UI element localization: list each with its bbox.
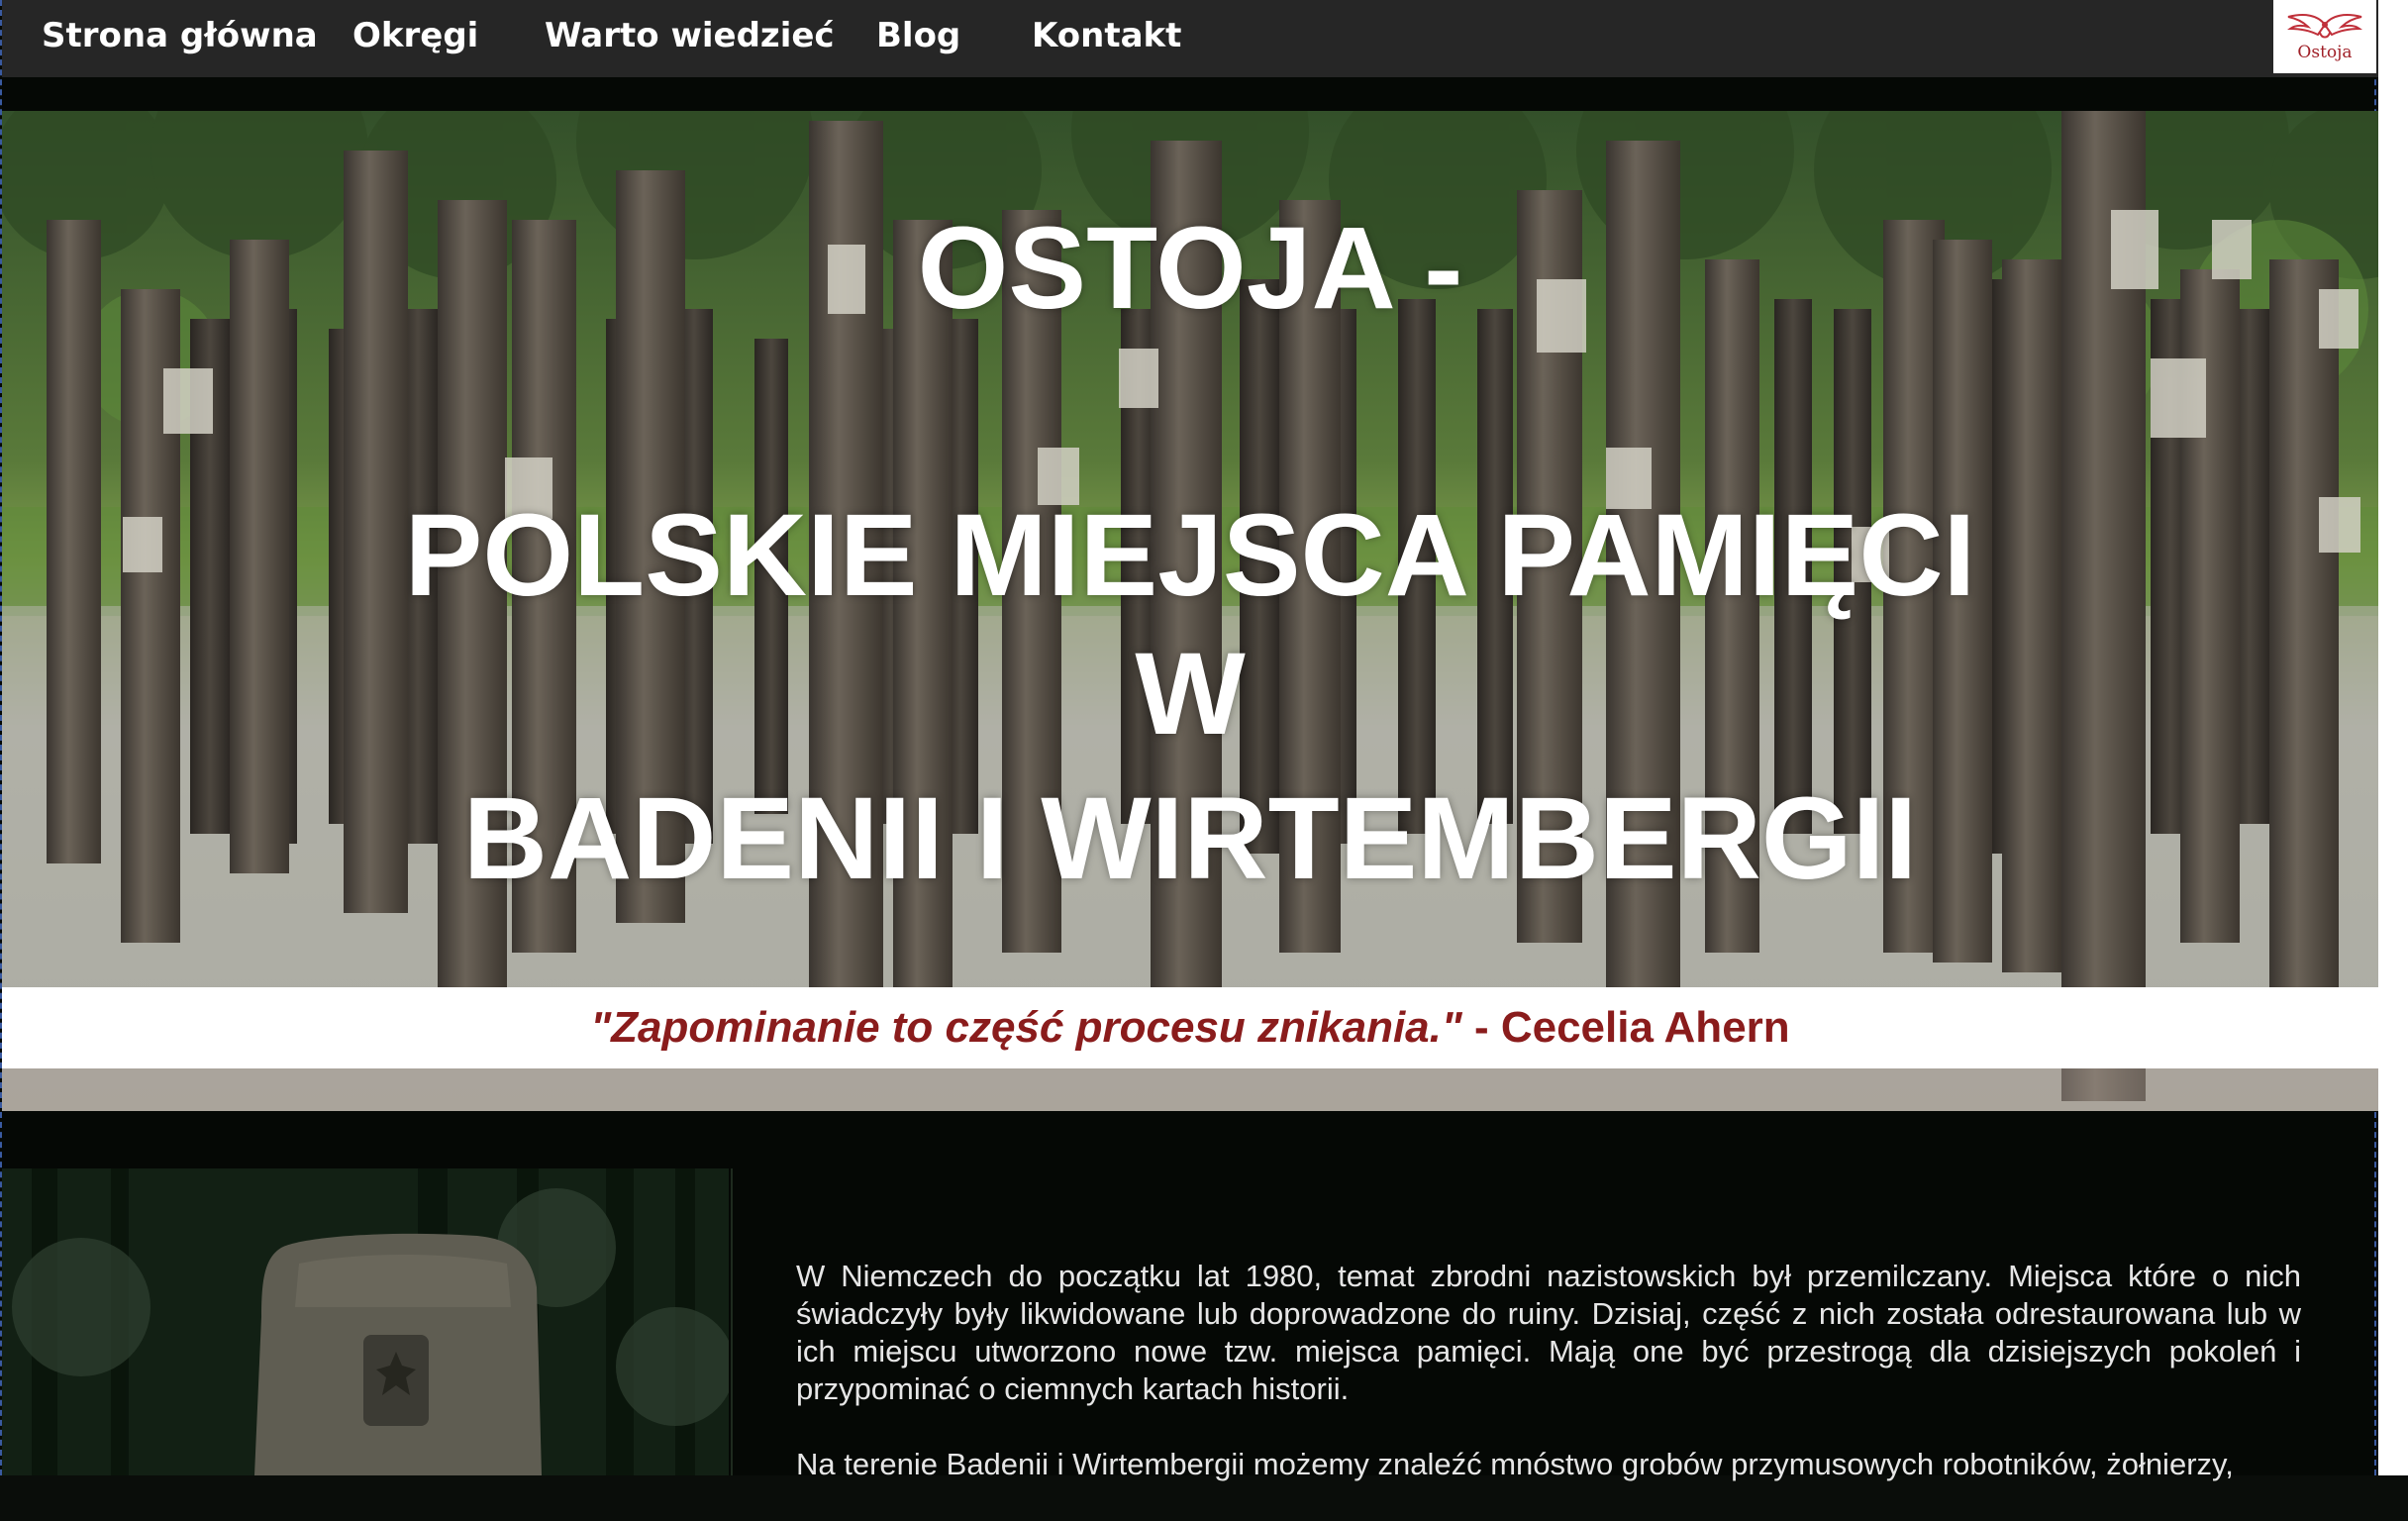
viewport-margin (2378, 0, 2408, 1475)
nav-worth-knowing[interactable]: Warto wiedzieć (545, 0, 835, 73)
eagle-logo-icon (2286, 14, 2363, 39)
section-divider (731, 1168, 733, 1475)
site-logo[interactable]: Ostoja (2273, 0, 2376, 73)
page-frame: Strona główna Okręgi Warto wiedzieć Blog… (0, 0, 2378, 1481)
main-navigation: Strona główna Okręgi Warto wiedzieć Blog… (2, 0, 2378, 77)
hero-title-line2: POLSKIE MIEJSCA PAMIĘCI (404, 490, 1976, 621)
nav-contact[interactable]: Kontakt (1032, 0, 1181, 73)
quote-banner: "Zapominanie to część procesu znikania."… (2, 987, 2378, 1068)
intro-paragraph-2: Na terenie Badenii i Wirtembergii możemy… (796, 1447, 2234, 1481)
quote-author: - Cecelia Ahern (1461, 1003, 1790, 1052)
hero-title-line1: OSTOJA - (917, 203, 1463, 334)
memorial-stone-photo (2, 1168, 729, 1475)
logo-label: Ostoja (2297, 43, 2353, 62)
quote: "Zapominanie to część procesu znikania."… (2, 987, 2378, 1068)
intro-text: W Niemczech do początku lat 1980, temat … (796, 1258, 2301, 1521)
hero-title-line4: BADENII I WIRTEMBERGII (462, 773, 1918, 904)
nav-districts[interactable]: Okręgi (352, 0, 478, 73)
forest-stone-image (2, 1168, 729, 1475)
intro-paragraph-1: W Niemczech do początku lat 1980, temat … (796, 1259, 2301, 1406)
nav-blog[interactable]: Blog (876, 0, 960, 73)
hero-title-line3: W (1135, 629, 1246, 760)
nav-home[interactable]: Strona główna (42, 0, 318, 73)
hero-banner: OSTOJA - POLSKIE MIEJSCA PAMIĘCI W BADEN… (2, 111, 2378, 1111)
quote-text: "Zapominanie to część procesu znikania." (590, 1003, 1462, 1052)
